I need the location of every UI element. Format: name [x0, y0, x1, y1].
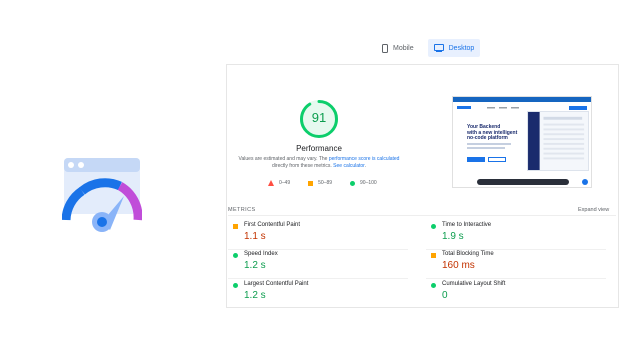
- legend-label-average: 50–89: [318, 180, 333, 186]
- thumbnail-subtext: [467, 147, 505, 149]
- metrics-divider: [228, 215, 616, 216]
- metric-divider: [228, 278, 408, 279]
- legend-label-good: 90–100: [360, 180, 377, 186]
- metrics-heading: METRICS: [228, 207, 256, 213]
- metric-label: Cumulative Layout Shift: [442, 281, 506, 287]
- metric-cumulative-layout-shift: Cumulative Layout Shift 0: [426, 281, 596, 309]
- tab-mobile-label: Mobile: [393, 44, 414, 52]
- green-circle-icon: [350, 180, 356, 186]
- green-circle-icon: [233, 283, 238, 288]
- thumbnail-chat-bubble: [582, 179, 588, 185]
- red-triangle-icon: [268, 180, 274, 186]
- metric-total-blocking-time: Total Blocking Time 160 ms: [426, 251, 606, 279]
- thumbnail-primary-button: [467, 157, 485, 162]
- metric-time-to-interactive: Time to Interactive 1.9 s: [426, 222, 606, 250]
- orange-square-icon: [431, 253, 436, 258]
- metric-label: Speed Index: [244, 251, 278, 257]
- performance-note: Values are estimated and may vary. The p…: [236, 156, 402, 170]
- metric-label: Total Blocking Time: [442, 251, 494, 257]
- thumbnail-nav: [457, 106, 587, 110]
- device-tabs: Mobile Desktop: [376, 38, 481, 58]
- metric-label: Largest Contentful Paint: [244, 281, 309, 287]
- performance-title: Performance: [296, 144, 342, 153]
- thumbnail-subtext: [467, 143, 511, 145]
- expand-view-toggle[interactable]: Expand view: [578, 207, 609, 213]
- thumbnail-headline-3: no-code platform: [467, 135, 508, 141]
- page-screenshot-thumbnail: Your Backend with a new intelligent no-cod…: [452, 96, 592, 188]
- green-circle-icon: [431, 283, 436, 288]
- thumbnail-headline: Your Backend with a new intelligent no-cod…: [467, 124, 523, 142]
- metric-divider: [228, 249, 408, 250]
- score-calculated-link[interactable]: performance score is calculated: [329, 156, 400, 162]
- thumbnail-secondary-button: [488, 157, 506, 162]
- monitor-icon: [433, 44, 444, 52]
- metric-value: 160 ms: [442, 260, 475, 271]
- legend-label-poor: 0–49: [279, 180, 291, 186]
- legend-item-good: 90–100: [350, 180, 377, 186]
- score-legend: 0–49 50–89 90–100: [268, 180, 377, 186]
- performance-score: 91: [311, 110, 327, 125]
- green-circle-icon: [233, 253, 238, 258]
- metric-value: 1.9 s: [442, 231, 464, 242]
- metric-value: 1.1 s: [244, 231, 266, 242]
- metric-divider: [426, 249, 606, 250]
- note-text-1: Values are estimated and may vary. The: [238, 156, 329, 162]
- thumbnail-top-bar: [453, 97, 591, 102]
- metric-divider: [426, 278, 606, 279]
- tab-mobile[interactable]: Mobile: [376, 39, 420, 57]
- metric-label: Time to Interactive: [442, 222, 492, 228]
- metric-first-contentful-paint: First Contentful Paint 1.1 s: [228, 222, 408, 250]
- pagespeed-logo-icon: [62, 158, 142, 232]
- note-text-3: .: [364, 163, 366, 169]
- orange-square-icon: [233, 224, 238, 229]
- orange-square-icon: [308, 180, 314, 186]
- metric-value: 1.2 s: [244, 290, 266, 301]
- thumbnail-cookie-bar: [477, 179, 569, 185]
- metric-largest-contentful-paint: Largest Contentful Paint 1.2 s: [228, 281, 398, 309]
- metric-value: 1.2 s: [244, 260, 266, 271]
- tab-desktop[interactable]: Desktop: [427, 39, 481, 57]
- thumbnail-dashboard-image: [527, 111, 589, 171]
- metric-value: 0: [442, 290, 448, 301]
- tab-desktop-label: Desktop: [448, 44, 475, 52]
- see-calculator-link[interactable]: See calculator: [333, 163, 364, 169]
- legend-item-poor: 0–49: [268, 180, 290, 186]
- metric-label: First Contentful Paint: [244, 222, 301, 228]
- legend-item-average: 50–89: [308, 180, 332, 186]
- note-text-2: directly from these metrics.: [272, 163, 334, 169]
- green-circle-icon: [431, 224, 436, 229]
- metric-speed-index: Speed Index 1.2 s: [228, 251, 408, 279]
- phone-icon: [382, 43, 388, 53]
